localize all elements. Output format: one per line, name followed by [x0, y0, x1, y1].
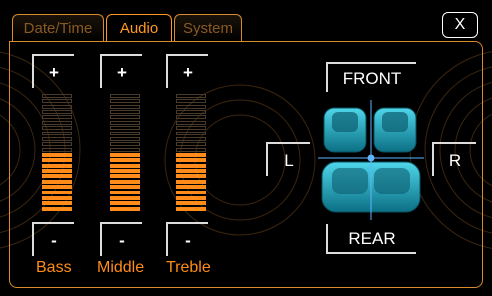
level-segment: [110, 179, 140, 184]
level-segment: [110, 136, 140, 141]
level-segment: [176, 99, 206, 104]
middle-label: Middle: [97, 259, 145, 276]
level-segment: [176, 115, 206, 120]
level-segment: [110, 99, 140, 104]
left-button[interactable]: L: [266, 142, 310, 176]
level-segment: [176, 153, 206, 157]
level-segment: [176, 163, 206, 168]
bass-plus-button[interactable]: +: [32, 54, 74, 88]
level-segment: [176, 158, 206, 163]
level-segment: [42, 179, 72, 184]
level-segment: [176, 131, 206, 136]
level-segment: [42, 142, 72, 147]
rear-button[interactable]: REAR: [326, 224, 416, 254]
tab-audio[interactable]: Audio: [106, 14, 172, 42]
level-segment: [42, 104, 72, 109]
tab-date-time[interactable]: Date/Time: [12, 14, 104, 42]
level-segment: [110, 206, 140, 211]
level-segment: [110, 126, 140, 131]
level-segment: [42, 174, 72, 179]
level-segment: [42, 185, 72, 190]
level-segment: [176, 104, 206, 109]
level-segment: [176, 147, 206, 152]
level-segment: [110, 142, 140, 147]
level-segment: [176, 110, 206, 115]
balance-position-marker[interactable]: [367, 154, 375, 162]
right-button[interactable]: R: [432, 142, 476, 176]
level-segment: [110, 195, 140, 200]
close-button[interactable]: X: [442, 12, 478, 38]
level-segment: [176, 169, 206, 174]
level-segment: [176, 136, 206, 141]
level-segment: [42, 99, 72, 104]
tab-system[interactable]: System: [174, 14, 242, 42]
treble-minus-button[interactable]: -: [166, 222, 208, 256]
level-segment: [42, 190, 72, 195]
front-right-seat-icon: [373, 107, 417, 153]
bass-label: Bass: [36, 259, 72, 276]
level-segment: [110, 163, 140, 168]
middle-minus-button[interactable]: -: [100, 222, 142, 256]
level-segment: [42, 110, 72, 115]
front-left-seat-icon: [323, 107, 367, 153]
level-segment: [42, 94, 72, 98]
level-segment: [42, 201, 72, 206]
level-segment: [176, 142, 206, 147]
level-segment: [110, 104, 140, 109]
level-segment: [110, 115, 140, 120]
level-segment: [176, 206, 206, 211]
car-seats-balance-map[interactable]: [318, 100, 424, 220]
treble-label: Treble: [166, 259, 211, 276]
level-segment: [176, 94, 206, 98]
level-segment: [110, 120, 140, 125]
level-segment: [176, 185, 206, 190]
level-segment: [176, 201, 206, 206]
level-segment: [110, 190, 140, 195]
level-segment: [42, 131, 72, 136]
level-segment: [110, 185, 140, 190]
level-segment: [176, 195, 206, 200]
level-segment: [176, 190, 206, 195]
middle-level-meter[interactable]: [110, 94, 140, 212]
level-segment: [176, 126, 206, 131]
level-segment: [42, 126, 72, 131]
bass-level-meter[interactable]: [42, 94, 72, 212]
level-segment: [110, 94, 140, 98]
level-segment: [110, 131, 140, 136]
level-segment: [176, 179, 206, 184]
level-segment: [176, 174, 206, 179]
level-segment: [42, 163, 72, 168]
treble-level-meter[interactable]: [176, 94, 206, 212]
treble-plus-button[interactable]: +: [166, 54, 208, 88]
level-segment: [42, 136, 72, 141]
level-segment: [110, 147, 140, 152]
bass-minus-button[interactable]: -: [32, 222, 74, 256]
level-segment: [42, 158, 72, 163]
middle-plus-button[interactable]: +: [100, 54, 142, 88]
level-segment: [42, 153, 72, 157]
level-segment: [110, 153, 140, 157]
level-segment: [110, 169, 140, 174]
front-button[interactable]: FRONT: [326, 62, 416, 92]
level-segment: [42, 206, 72, 211]
level-segment: [42, 147, 72, 152]
level-segment: [42, 115, 72, 120]
level-segment: [42, 120, 72, 125]
level-segment: [42, 195, 72, 200]
level-segment: [110, 174, 140, 179]
level-segment: [42, 169, 72, 174]
level-segment: [110, 110, 140, 115]
level-segment: [176, 120, 206, 125]
level-segment: [110, 158, 140, 163]
level-segment: [110, 201, 140, 206]
